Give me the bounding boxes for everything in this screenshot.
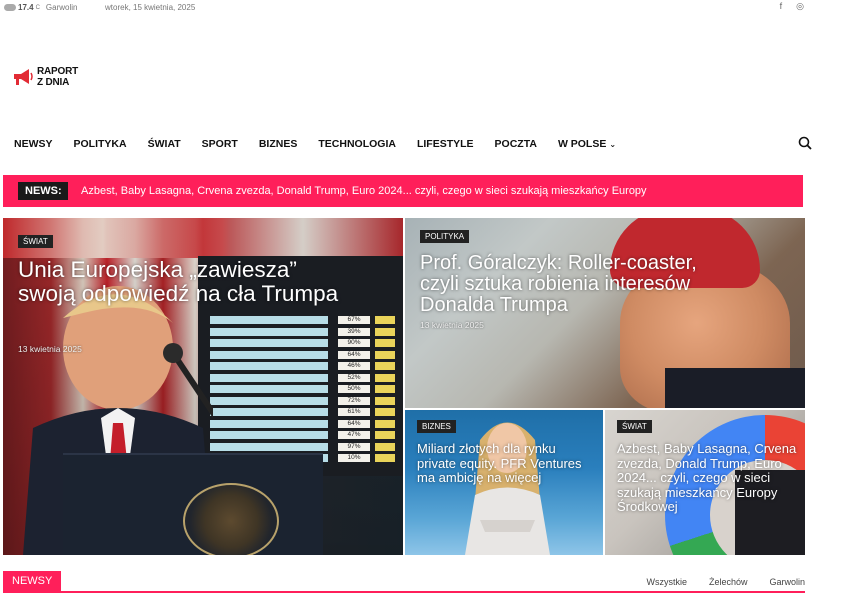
- tariff-rate-cell: 61%: [338, 408, 370, 416]
- nav-item-sport[interactable]: SPORT: [202, 138, 238, 150]
- tariff-rate-cell: 10%: [338, 454, 370, 462]
- category-badge[interactable]: BIZNES: [417, 420, 456, 433]
- main-navigation: NEWSY POLITYKA ŚWIAT SPORT BIZNES TECHNO…: [0, 134, 844, 156]
- tariff-country-cell: [210, 396, 328, 405]
- weather-city: Garwolin: [45, 3, 78, 12]
- article-date: 13 kwietnia 2025: [420, 320, 484, 330]
- site-logo[interactable]: RAPORT Z DNIA: [12, 66, 78, 88]
- weather-widget: 17.4 C Garwolin: [4, 3, 78, 12]
- ticker-headline[interactable]: Azbest, Baby Lasagna, Crvena zvezda, Don…: [81, 185, 647, 197]
- nav-item-polityka[interactable]: POLITYKA: [74, 138, 127, 150]
- tariff-rate-cell: 64%: [338, 350, 370, 359]
- tariff-rate-cell: 47%: [338, 431, 370, 439]
- article-title[interactable]: Miliard złotych dla rynku private equity…: [417, 441, 595, 486]
- nav-item-swiat[interactable]: ŚWIAT: [148, 138, 181, 150]
- tariff-rate-cell: 97%: [338, 442, 370, 451]
- social-links: f ◎: [780, 1, 804, 12]
- category-badge[interactable]: POLITYKA: [420, 230, 470, 243]
- tariff-reciprocal-cell: [375, 431, 395, 439]
- nav-item-lifestyle[interactable]: LIFESTYLE: [417, 138, 474, 150]
- featured-article-2[interactable]: POLITYKA Prof. Góralczyk: Roller-coaster…: [405, 218, 805, 408]
- featured-article-3[interactable]: BIZNES Miliard złotych dla rynku private…: [405, 410, 603, 555]
- article-title[interactable]: Prof. Góralczyk: Roller-coaster, czyli s…: [420, 253, 720, 316]
- tariff-rate-cell: 46%: [338, 362, 370, 370]
- temperature: 17.4: [18, 3, 34, 12]
- tariff-rate-cell: 64%: [338, 419, 370, 428]
- tariff-reciprocal-cell: [375, 396, 395, 405]
- tariff-reciprocal-cell: [375, 385, 395, 393]
- temperature-unit: C: [35, 4, 40, 11]
- tariff-rate-cell: 50%: [338, 385, 370, 393]
- cloud-icon: [4, 4, 16, 11]
- nav-item-w-polse[interactable]: W POLSE ⌄: [558, 138, 616, 150]
- top-bar: 17.4 C Garwolin wtorek, 15 kwietnia, 202…: [0, 0, 844, 16]
- tab-garwolin[interactable]: Garwolin: [769, 577, 805, 587]
- nav-item-poczta[interactable]: POCZTA: [495, 138, 537, 150]
- section-header-newsy: NEWSY Wszystkie Żelechów Garwolin: [3, 571, 805, 593]
- tariff-rate-cell: 90%: [338, 339, 370, 347]
- facebook-icon[interactable]: f: [780, 1, 783, 12]
- tariff-country-cell: [210, 419, 328, 428]
- tariff-reciprocal-cell: [375, 373, 395, 382]
- tariff-rate-cell: 52%: [338, 373, 370, 382]
- tariff-reciprocal-cell: [375, 419, 395, 428]
- presidential-seal-image: [183, 483, 279, 555]
- flag-backdrop: [3, 218, 403, 258]
- tariff-country-cell: [210, 339, 328, 347]
- megaphone-icon: [12, 67, 34, 87]
- tariff-country-cell: [210, 373, 328, 382]
- section-title[interactable]: NEWSY: [3, 571, 62, 593]
- tariff-country-cell: [210, 362, 328, 370]
- coat-image: [665, 368, 805, 408]
- logo-text: RAPORT Z DNIA: [37, 66, 78, 88]
- tariff-country-cell: [210, 442, 328, 451]
- tariff-country-cell: [210, 408, 328, 416]
- instagram-icon[interactable]: ◎: [796, 1, 804, 12]
- tab-zelechow[interactable]: Żelechów: [709, 577, 748, 587]
- current-date: wtorek, 15 kwietnia, 2025: [105, 3, 196, 12]
- nav-item-newsy[interactable]: NEWSY: [14, 138, 53, 150]
- tariff-country-cell: [210, 327, 328, 336]
- tariff-rate-cell: 72%: [338, 396, 370, 405]
- ticker-label: NEWS:: [18, 182, 68, 200]
- tariff-country-cell: [210, 350, 328, 359]
- tab-wszystkie[interactable]: Wszystkie: [646, 577, 687, 587]
- tariff-reciprocal-cell: [375, 350, 395, 359]
- nav-item-w-polse-label: W POLSE: [557, 138, 607, 150]
- tariff-reciprocal-cell: [375, 362, 395, 370]
- search-icon[interactable]: [798, 136, 812, 150]
- tariff-reciprocal-cell: [375, 339, 395, 347]
- section-filter-tabs: Wszystkie Żelechów Garwolin: [646, 577, 805, 587]
- featured-article-main[interactable]: 67% 39% 90% 64% 46% 52% 50% 72% 61% 64% 47% 97% 10% …: [3, 218, 403, 555]
- tariff-rate-cell: 39%: [338, 327, 370, 336]
- nav-item-technologia[interactable]: TECHNOLOGIA: [318, 138, 396, 150]
- tariff-reciprocal-cell: [375, 442, 395, 451]
- tariff-reciprocal-cell: [375, 408, 395, 416]
- logo-line-2: Z DNIA: [37, 77, 70, 88]
- tariff-country-cell: [210, 316, 328, 324]
- news-ticker: NEWS: Azbest, Baby Lasagna, Crvena zvezd…: [3, 175, 803, 207]
- tariff-reciprocal-cell: [375, 454, 395, 462]
- tariff-reciprocal-cell: [375, 316, 395, 324]
- category-badge[interactable]: ŚWIAT: [617, 420, 652, 433]
- category-badge[interactable]: ŚWIAT: [18, 235, 53, 248]
- logo-line-1: RAPORT: [37, 66, 79, 77]
- tariff-reciprocal-cell: [375, 327, 395, 336]
- tariff-country-cell: [210, 385, 328, 393]
- nav-item-biznes[interactable]: BIZNES: [259, 138, 298, 150]
- article-title[interactable]: Unia Europejska „zawiesza” swoją odpowie…: [18, 258, 348, 306]
- tariff-rate-cell: 67%: [338, 316, 370, 324]
- chevron-down-icon: ⌄: [609, 140, 617, 149]
- article-title[interactable]: Azbest, Baby Lasagna, Crvena zvezda, Don…: [617, 441, 799, 515]
- tariff-country-cell: [210, 431, 328, 439]
- featured-article-4[interactable]: ŚWIAT Azbest, Baby Lasagna, Crvena zvezd…: [605, 410, 805, 555]
- article-date: 13 kwietnia 2025: [18, 344, 82, 354]
